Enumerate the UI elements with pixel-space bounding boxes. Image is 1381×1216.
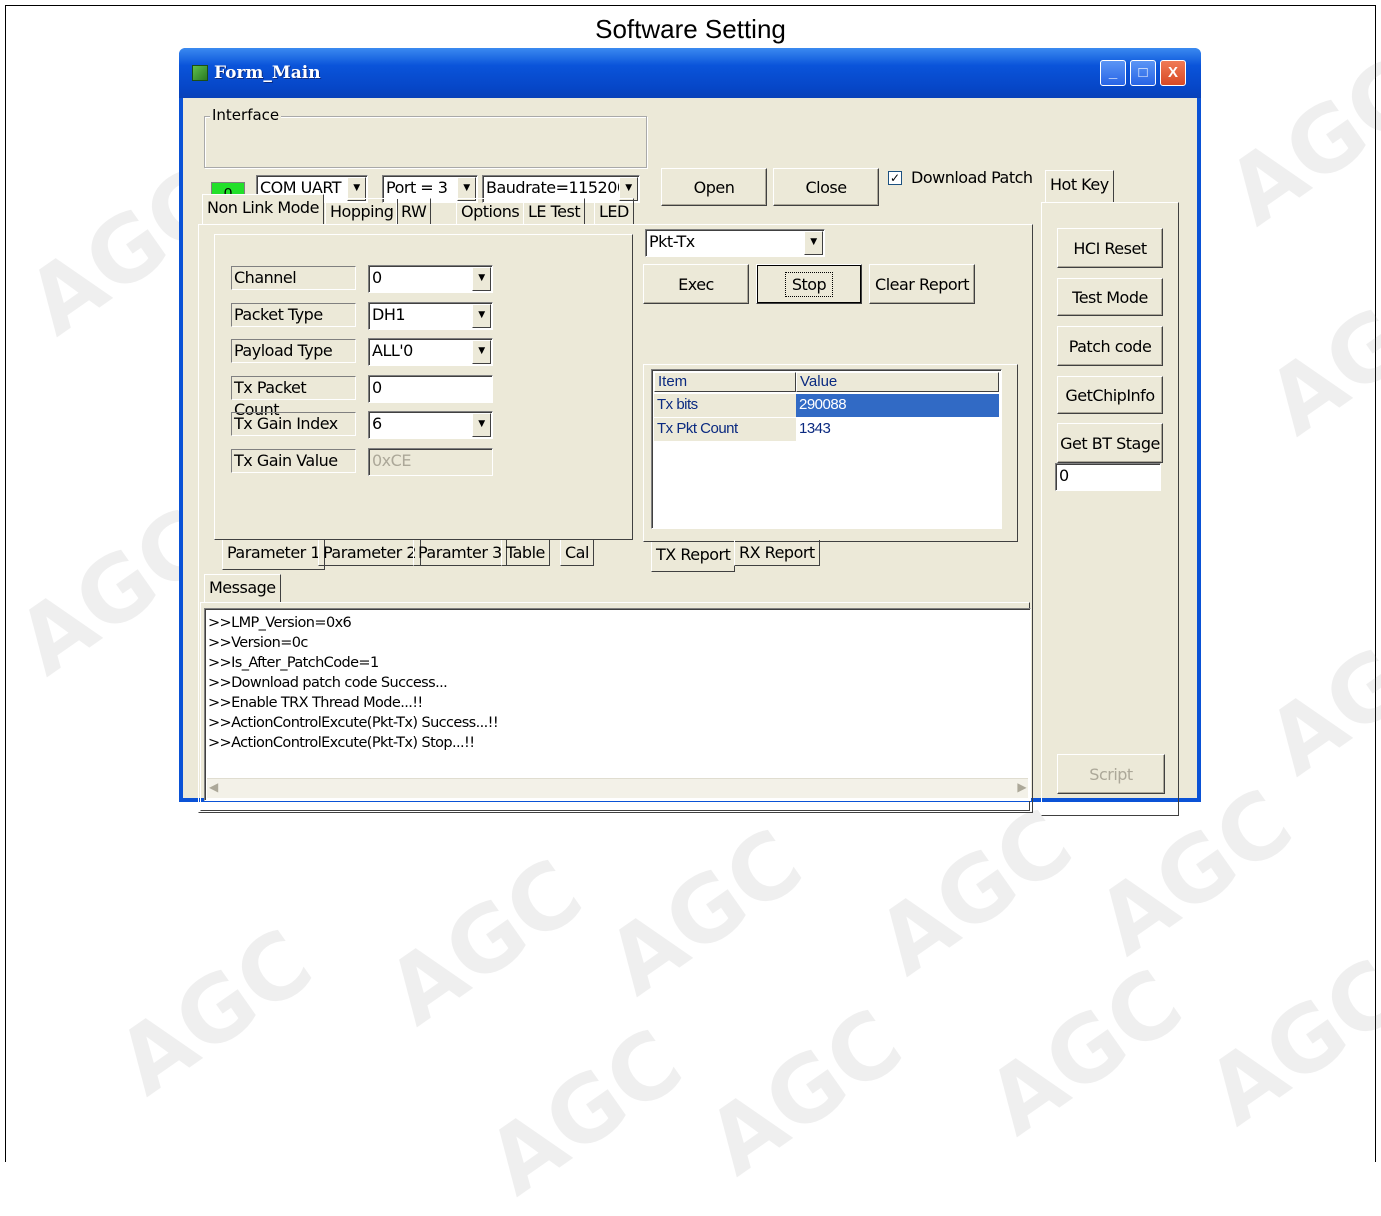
packet-type-label: Packet Type bbox=[231, 303, 356, 327]
report-value-cell[interactable]: 290088 bbox=[796, 394, 999, 417]
tab-options[interactable]: Options bbox=[456, 198, 525, 224]
packet-type-select[interactable]: DH1 ▼ bbox=[368, 302, 493, 330]
tab-tx-report[interactable]: TX Report bbox=[651, 542, 736, 572]
tab-non-link-mode[interactable]: Non Link Mode bbox=[202, 194, 324, 224]
scroll-right-icon[interactable]: ▶ bbox=[1017, 780, 1026, 794]
tx-packet-count-label: Tx Packet Count bbox=[231, 376, 356, 419]
payload-type-select[interactable]: ALL'0 ▼ bbox=[368, 338, 493, 366]
message-line: >>ActionControlExcute(Pkt-Tx) Stop...!! bbox=[208, 735, 475, 751]
tab-led[interactable]: LED bbox=[594, 198, 634, 224]
tab-table[interactable]: Table bbox=[501, 540, 550, 566]
test-mode-button[interactable]: Test Mode bbox=[1057, 278, 1163, 316]
tx-gain-index-select[interactable]: 6 ▼ bbox=[368, 411, 493, 439]
patch-code-button[interactable]: Patch code bbox=[1057, 326, 1163, 366]
message-line: >>Enable TRX Thread Mode...!! bbox=[208, 695, 423, 711]
close-button[interactable]: Close bbox=[773, 168, 879, 206]
interface-legend: Interface bbox=[210, 106, 282, 124]
stop-button-label: Stop bbox=[784, 271, 834, 297]
message-line: >>LMP_Version=0x6 bbox=[208, 615, 352, 631]
tab-hot-key[interactable]: Hot Key bbox=[1045, 170, 1114, 202]
chevron-down-icon[interactable]: ▼ bbox=[804, 231, 823, 255]
tab-parameter-2[interactable]: Parameter 2 bbox=[318, 540, 422, 566]
channel-label: Channel bbox=[231, 266, 356, 290]
tab-parameter-1[interactable]: Parameter 1 bbox=[222, 540, 326, 570]
open-button[interactable]: Open bbox=[661, 168, 767, 206]
client-area: Interface 0 COM UART ▼ Port = 3 ▼ Baudra… bbox=[183, 98, 1197, 816]
tab-le-test[interactable]: LE Test bbox=[523, 198, 586, 224]
form-main-window: Form_Main _ □ X Interface 0 COM UART ▼ P… bbox=[179, 48, 1201, 816]
script-button: Script bbox=[1057, 754, 1165, 794]
report-value-cell[interactable]: 1343 bbox=[796, 418, 999, 441]
download-patch-checkbox[interactable]: ✓ bbox=[888, 171, 902, 185]
get-bt-stage-button[interactable]: Get BT Stage bbox=[1057, 423, 1163, 463]
baudrate-value: Baudrate=115200 bbox=[486, 178, 627, 197]
minimize-button[interactable]: _ bbox=[1100, 60, 1126, 86]
payload-type-value: ALL'0 bbox=[372, 341, 413, 360]
maximize-button[interactable]: □ bbox=[1130, 60, 1156, 86]
message-log[interactable]: >>LMP_Version=0x6 >>Version=0c >>Is_Afte… bbox=[204, 608, 1031, 801]
window-title: Form_Main bbox=[214, 63, 321, 83]
tx-gain-index-value: 6 bbox=[372, 414, 382, 433]
tx-gain-index-label: Tx Gain Index bbox=[231, 412, 356, 436]
tx-gain-value-field: 0xCE bbox=[368, 448, 493, 476]
message-line: >>Version=0c bbox=[208, 635, 308, 651]
bt-stage-field[interactable]: 0 bbox=[1055, 463, 1161, 491]
report-listview[interactable]: Item Value Tx bits 290088 Tx Pkt Count 1… bbox=[651, 369, 1002, 529]
tab-message[interactable]: Message bbox=[204, 574, 281, 602]
item-column-header[interactable]: Item bbox=[654, 372, 796, 392]
chevron-down-icon[interactable]: ▼ bbox=[472, 304, 491, 328]
tab-rw[interactable]: RW bbox=[396, 198, 432, 224]
download-patch-label: Download Patch bbox=[911, 168, 1033, 187]
horizontal-scrollbar[interactable]: ◀ ▶ bbox=[207, 778, 1028, 798]
close-window-button[interactable]: X bbox=[1160, 60, 1186, 86]
document-heading: Software Setting bbox=[595, 14, 786, 44]
tab-paramter-3[interactable]: Paramter 3 bbox=[413, 540, 507, 566]
chevron-down-icon[interactable]: ▼ bbox=[472, 267, 491, 291]
interface-group: Interface bbox=[204, 106, 647, 168]
clear-report-button[interactable]: Clear Report bbox=[869, 264, 975, 304]
report-item-cell[interactable]: Tx bits bbox=[654, 394, 796, 417]
packet-type-value: DH1 bbox=[372, 305, 406, 324]
report-item-cell[interactable]: Tx Pkt Count bbox=[654, 418, 796, 441]
action-mode-value: Pkt-Tx bbox=[649, 232, 695, 251]
tab-hopping[interactable]: Hopping bbox=[325, 198, 399, 224]
app-icon bbox=[192, 65, 208, 81]
tx-gain-value-label: Tx Gain Value bbox=[231, 449, 356, 473]
channel-value: 0 bbox=[372, 268, 382, 287]
port-value: Port = 3 bbox=[386, 178, 448, 197]
message-line: >>Is_After_PatchCode=1 bbox=[208, 655, 379, 671]
action-mode-select[interactable]: Pkt-Tx ▼ bbox=[645, 229, 825, 257]
tab-cal[interactable]: Cal bbox=[560, 540, 594, 566]
title-bar[interactable]: Form_Main _ □ X bbox=[179, 48, 1201, 98]
tx-packet-count-input[interactable]: 0 bbox=[368, 375, 493, 403]
message-line: >>Download patch code Success... bbox=[208, 675, 448, 691]
chevron-down-icon[interactable]: ▼ bbox=[472, 340, 491, 364]
tab-rx-report[interactable]: RX Report bbox=[734, 540, 820, 566]
stop-button[interactable]: Stop bbox=[756, 264, 862, 304]
payload-type-label: Payload Type bbox=[231, 339, 356, 363]
channel-select[interactable]: 0 ▼ bbox=[368, 265, 493, 293]
exec-button[interactable]: Exec bbox=[643, 264, 749, 304]
value-column-header[interactable]: Value bbox=[796, 372, 999, 392]
hci-reset-button[interactable]: HCI Reset bbox=[1057, 228, 1163, 268]
scroll-left-icon[interactable]: ◀ bbox=[209, 780, 218, 794]
chevron-down-icon[interactable]: ▼ bbox=[472, 413, 491, 437]
get-chip-info-button[interactable]: GetChipInfo bbox=[1057, 376, 1163, 414]
message-line: >>ActionControlExcute(Pkt-Tx) Success...… bbox=[208, 715, 499, 731]
